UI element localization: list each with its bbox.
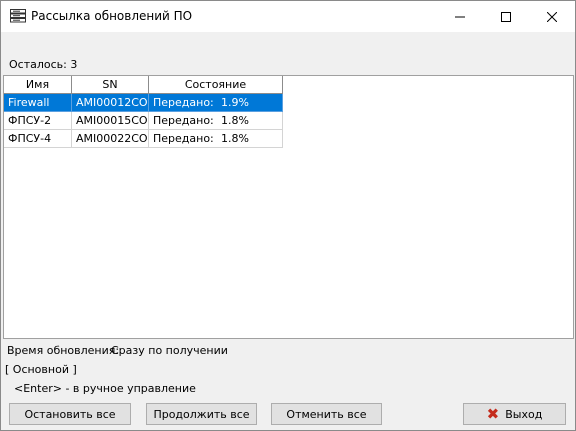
column-header-name[interactable]: Имя: [4, 76, 72, 94]
cell-name: Firewall: [4, 94, 72, 112]
cell-name: ФПСУ-4: [4, 130, 72, 148]
maximize-button[interactable]: [483, 1, 529, 32]
table-row[interactable]: ФПСУ-2 AMI00015CO Передано: 1.8%: [4, 112, 283, 130]
table-row[interactable]: Firewall AMI00012CO Передано: 1.9%: [4, 94, 283, 112]
column-header-sn[interactable]: SN: [72, 76, 149, 94]
cell-sn: AMI00012CO: [72, 94, 149, 112]
maximize-icon: [501, 11, 511, 22]
panel-label: [ Основной ]: [5, 363, 77, 376]
status-percent: 1.8%: [221, 114, 249, 127]
column-header-status[interactable]: Состояние: [149, 76, 283, 94]
status-percent: 1.8%: [221, 132, 249, 145]
cancel-all-button[interactable]: Отменить все: [271, 403, 382, 425]
status-text: Передано:: [153, 114, 214, 127]
update-time-value: Сразу по получении: [111, 344, 228, 357]
title-bar[interactable]: Рассылка обновлений ПО: [1, 1, 575, 32]
devices-table[interactable]: Имя SN Состояние Firewall AMI00012CO Пер…: [3, 75, 574, 339]
cell-sn: AMI00022CO: [72, 130, 149, 148]
server-rack-icon: [10, 9, 26, 23]
minimize-icon: [455, 16, 465, 17]
status-percent: 1.9%: [221, 96, 249, 109]
cell-status: Передано: 1.8%: [149, 130, 283, 148]
cell-name: ФПСУ-2: [4, 112, 72, 130]
stop-all-button[interactable]: Остановить все: [9, 403, 131, 425]
status-text: Передано:: [153, 132, 214, 145]
close-icon: [547, 11, 557, 22]
minimize-button[interactable]: [437, 1, 483, 32]
table-row[interactable]: ФПСУ-4 AMI00022CO Передано: 1.8%: [4, 130, 283, 148]
exit-button[interactable]: ✖ Выход: [463, 403, 566, 425]
cell-status: Передано: 1.8%: [149, 112, 283, 130]
keyboard-hint: <Enter> - в ручное управление: [14, 382, 196, 395]
continue-all-button[interactable]: Продолжить все: [146, 403, 257, 425]
update-time-row: Время обновления: Сразу по получении: [1, 339, 575, 359]
window-title: Рассылка обновлений ПО: [31, 9, 193, 23]
cell-sn: AMI00015CO: [72, 112, 149, 130]
cell-status: Передано: 1.9%: [149, 94, 283, 112]
status-text: Передано:: [153, 96, 214, 109]
close-button[interactable]: [529, 1, 575, 32]
remaining-count: Осталось: 3: [9, 58, 78, 71]
red-x-icon: ✖: [486, 404, 500, 423]
exit-button-label: Выход: [505, 407, 543, 421]
update-time-label: Время обновления:: [7, 344, 120, 357]
update-distribution-window: Рассылка обновлений ПО Осталось: 3 Имя S…: [0, 0, 576, 431]
